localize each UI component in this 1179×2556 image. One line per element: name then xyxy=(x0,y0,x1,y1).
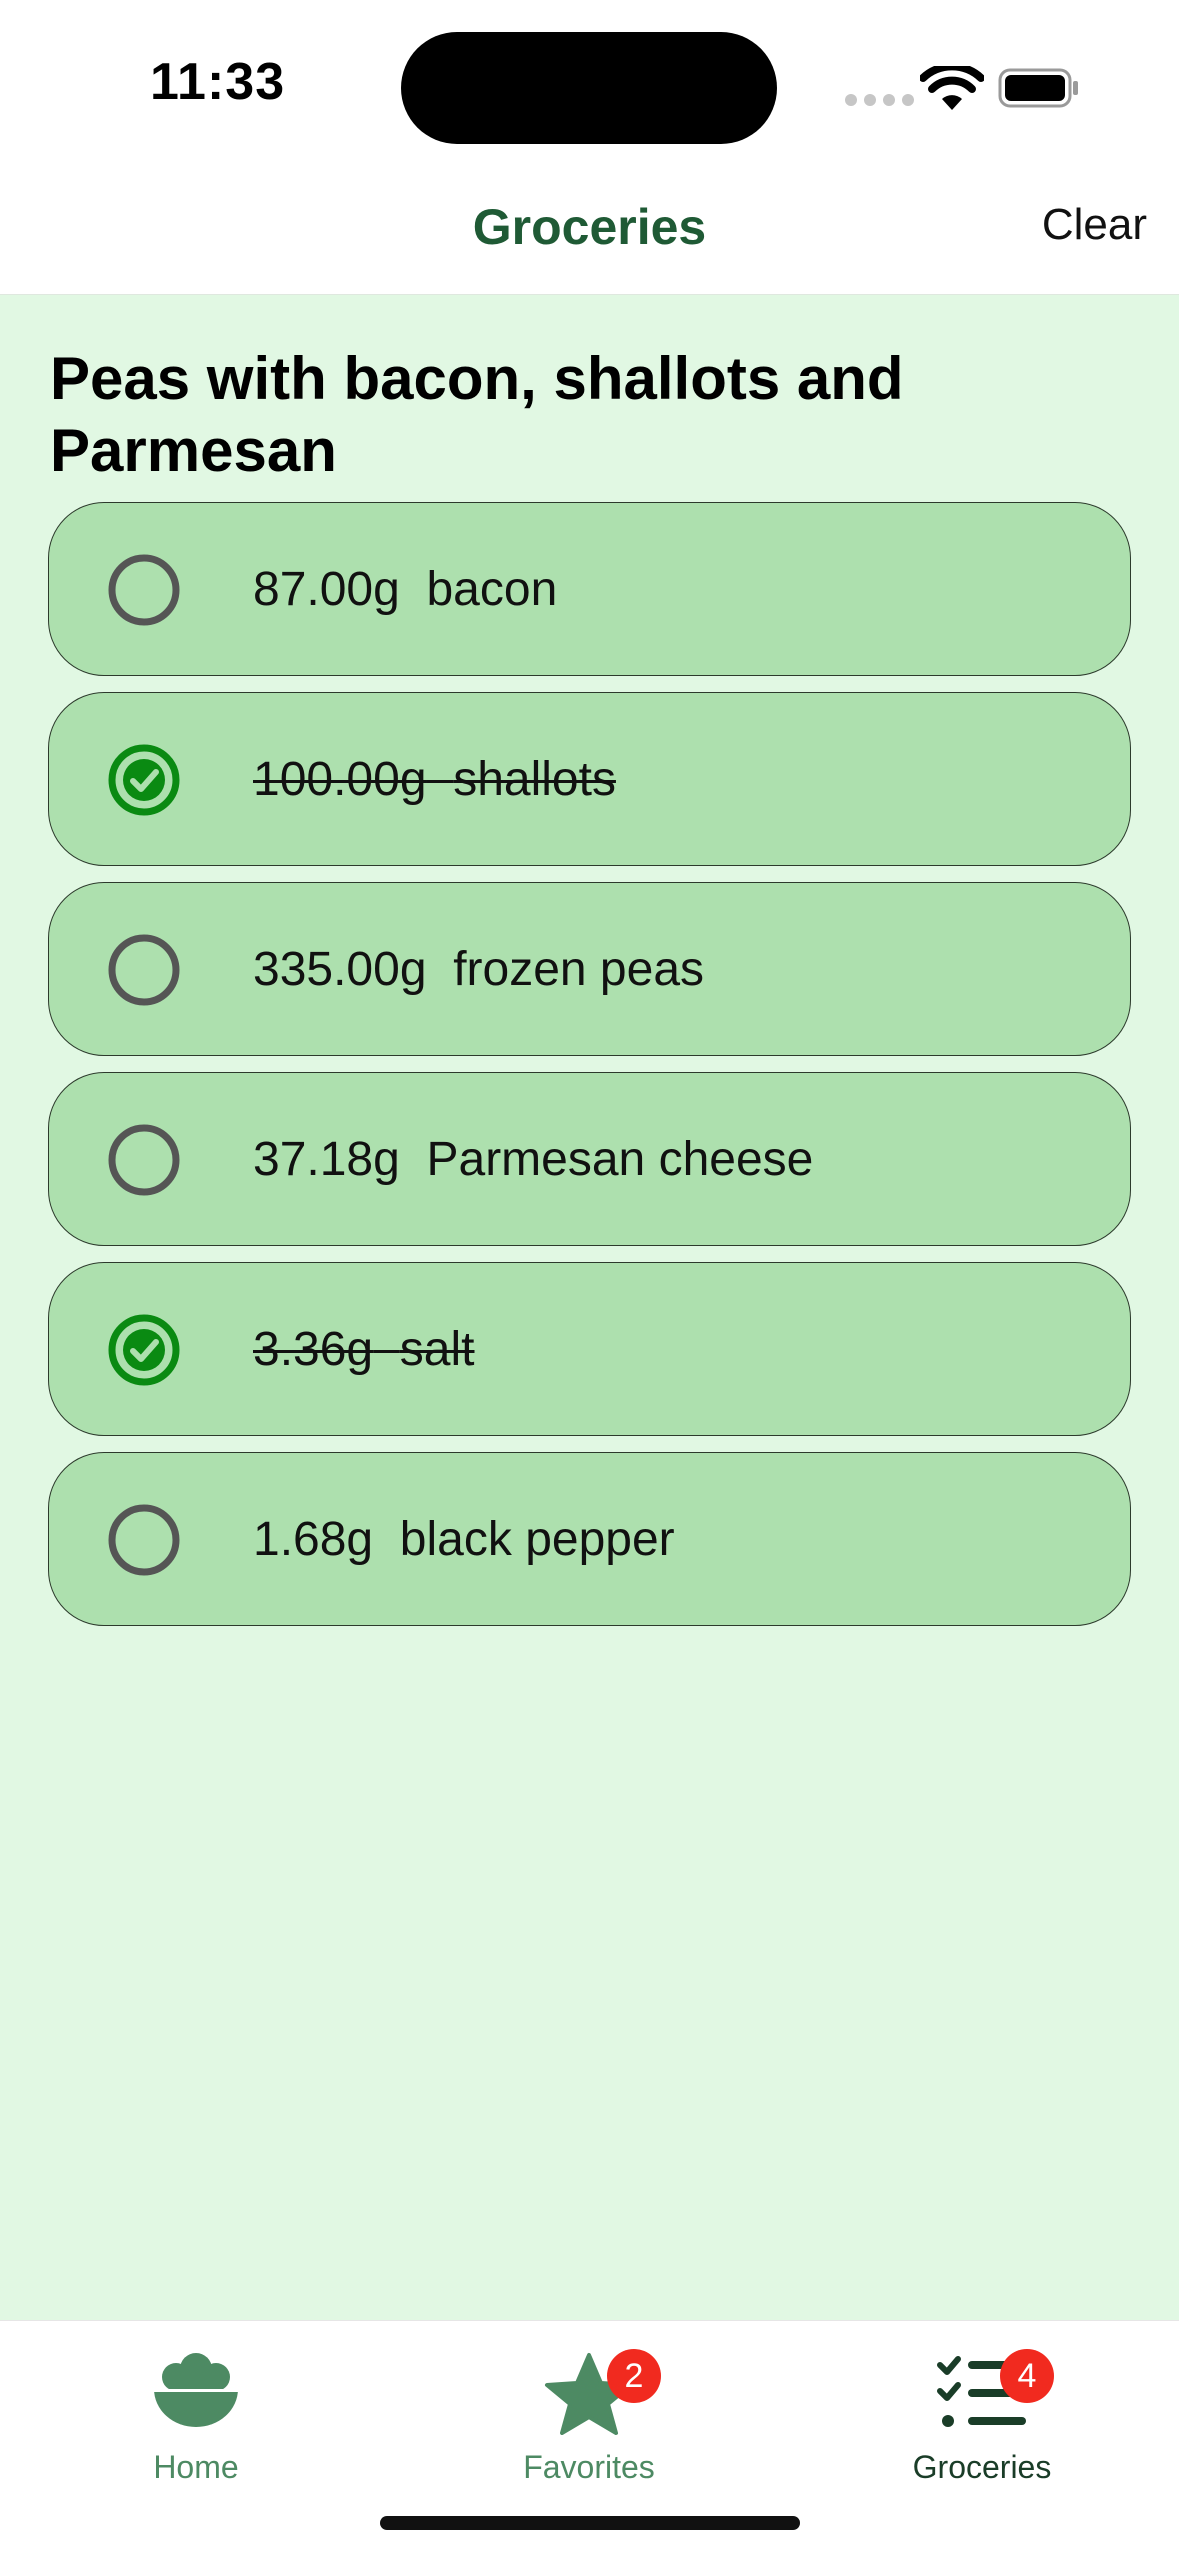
grocery-item[interactable]: 100.00g shallots xyxy=(48,692,1131,866)
wifi-icon xyxy=(920,66,984,110)
favorites-badge: 2 xyxy=(607,2349,661,2403)
groceries-badge: 4 xyxy=(1000,2349,1054,2403)
item-name: salt xyxy=(399,1323,475,1376)
tab-favorites-label: Favorites xyxy=(523,2449,655,2485)
checked-circle-icon[interactable] xyxy=(107,743,181,817)
grocery-item-text: 1.68g black pepper xyxy=(253,1453,675,1627)
unchecked-circle-icon[interactable] xyxy=(107,1123,181,1197)
page-title: Groceries xyxy=(472,199,707,255)
item-amount: 1.68g xyxy=(253,1513,374,1566)
item-amount: 87.00g xyxy=(253,563,400,616)
item-amount: 37.18g xyxy=(253,1133,400,1186)
grocery-item-text: 335.00g frozen peas xyxy=(253,883,704,1057)
item-amount: 100.00g xyxy=(253,753,427,806)
recipe-title: Peas with bacon, shallots and Parmesan xyxy=(50,345,904,484)
navigation-bar: Groceries Clear xyxy=(0,170,1179,295)
grocery-item[interactable]: 87.00g bacon xyxy=(48,502,1131,676)
battery-icon xyxy=(998,68,1078,108)
tab-groceries-label: Groceries xyxy=(912,2449,1052,2485)
grocery-item-text: 37.18g Parmesan cheese xyxy=(253,1073,813,1247)
item-name: black pepper xyxy=(399,1513,675,1566)
checked-circle-icon[interactable] xyxy=(107,1313,181,1387)
item-name: shallots xyxy=(453,753,616,806)
item-name: bacon xyxy=(426,563,558,616)
status-time: 11:33 xyxy=(150,53,286,111)
home-indicator[interactable] xyxy=(380,2516,800,2530)
clear-button[interactable]: Clear xyxy=(1042,200,1147,250)
grocery-item[interactable]: 1.68g black pepper xyxy=(48,1452,1131,1626)
status-bar: 11:33 xyxy=(0,0,1179,170)
item-name: frozen peas xyxy=(453,943,705,996)
dynamic-island xyxy=(401,32,777,144)
tab-groceries[interactable]: 4 Groceries xyxy=(862,2349,1102,2486)
grocery-item-text: 87.00g bacon xyxy=(253,503,557,677)
unchecked-circle-icon[interactable] xyxy=(107,933,181,1007)
item-name: Parmesan cheese xyxy=(426,1133,814,1186)
item-amount: 3.36g xyxy=(253,1323,374,1376)
grocery-item-list: 87.00g bacon 100.00g shallots 335.00g froz… xyxy=(48,502,1131,1642)
grocery-list-content: Peas with bacon, shallots and Parmesan 8… xyxy=(0,295,1179,2320)
tab-home-label: Home xyxy=(153,2449,239,2485)
unchecked-circle-icon[interactable] xyxy=(107,1503,181,1577)
tab-home[interactable]: Home xyxy=(76,2349,316,2486)
grocery-item[interactable]: 335.00g frozen peas xyxy=(48,882,1131,1056)
cellular-signal-icon xyxy=(845,94,914,106)
unchecked-circle-icon[interactable] xyxy=(107,553,181,627)
tab-favorites[interactable]: 2 Favorites xyxy=(469,2349,709,2486)
bowl-icon xyxy=(154,2353,238,2427)
grocery-item[interactable]: 37.18g Parmesan cheese xyxy=(48,1072,1131,1246)
item-amount: 335.00g xyxy=(253,943,427,996)
grocery-item-text: 100.00g shallots xyxy=(253,693,616,867)
grocery-item-text: 3.36g salt xyxy=(253,1263,475,1437)
grocery-item[interactable]: 3.36g salt xyxy=(48,1262,1131,1436)
